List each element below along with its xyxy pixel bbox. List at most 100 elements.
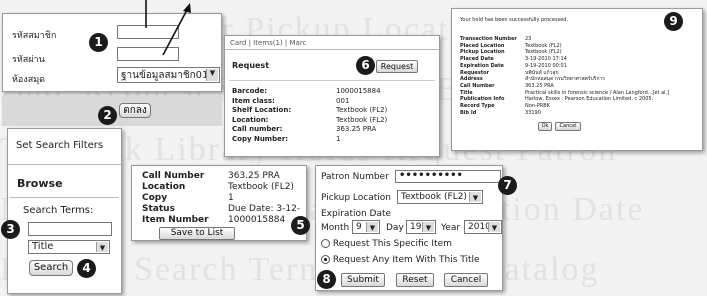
item-row-value: 1000015884 [228,215,286,225]
radio-specific-item[interactable] [321,239,330,248]
pickup-location-select[interactable]: Textbook (FL2) ▼ [397,190,483,204]
cancel-button[interactable]: Cancel [444,273,488,287]
step-6-badge: 6 [356,56,375,75]
step-7-badge: 7 [498,176,517,195]
card-row-label: Barcode: [232,87,268,95]
item-detail-panel: Call Number Location Copy Status Item Nu… [131,165,307,241]
card-row-value: 001 [336,96,350,105]
year-select[interactable]: 2010 ▼ [464,220,502,234]
search-button[interactable]: Search [29,260,73,276]
browse-divider [10,197,119,198]
chevron-down-icon: ▼ [366,222,378,232]
card-row-label: Call number: [232,125,283,133]
annotation-arrows [145,0,191,56]
month-value: 9 [356,222,362,232]
confirm-row-label: Requestor [460,69,490,76]
password-label: รหัสผ่าน [12,55,45,65]
card-panel: Card | Items(1) | Marc Request Request B… [224,35,440,157]
search-type-select[interactable]: Title ▼ [28,240,110,254]
confirmation-labels: Transaction Number Placed Location Picku… [460,36,517,116]
confirm-row-value: Textbook (FL2) [525,42,562,49]
step-3-badge: 3 [1,220,20,239]
confirm-row-value: 23 [525,36,532,42]
pickup-location-value: Textbook (FL2) [401,192,467,202]
library-select[interactable]: ฐานข้อมูลสมาชิก01 ▼ [117,67,220,83]
confirm-row-value: 9-19-2010 00:01 [525,62,567,69]
confirm-cancel-button[interactable]: Cancel [555,122,581,131]
hold-request-panel: Patron Number •••••••••• Pickup Location… [315,165,503,291]
item-row-value: Textbook (FL2) [228,182,294,192]
hold-confirmation-panel: Your hold has been successfully processe… [451,8,703,151]
expiration-date-label: Expiration Date [321,209,392,219]
browse-heading: Browse [17,177,63,190]
patron-number-input[interactable]: •••••••••• [395,170,501,183]
card-row-value: 1 [336,134,341,143]
confirm-row-label: Placed Date [460,56,494,63]
chevron-down-icon: ▼ [96,242,108,252]
card-row-label: Shelf Location: [232,106,292,114]
request-label: Request [232,61,270,70]
confirm-row-value: Harlow, Essex : Pearson Education Limite… [525,96,654,103]
card-row-label: Copy Number: [232,134,289,143]
month-select[interactable]: 9 ▼ [352,220,380,234]
option-any-label: Request Any Item With This Title [332,255,480,265]
item-detail-values: 363.25 PRA Textbook (FL2) 1 Due Date: 3-… [228,171,300,226]
option-specific-label: Request This Specific Item [332,239,452,249]
day-label: Day [386,223,404,233]
chevron-down-icon: ▼ [488,222,500,232]
confirm-row-label: Title [460,89,473,96]
card-tabs[interactable]: Card | Items(1) | Marc [230,39,306,47]
login-submit-button[interactable]: ตกลง [119,103,151,118]
search-filters-panel: Set Search Filters Browse Search Terms: … [7,128,122,294]
day-select[interactable]: 19 ▼ [406,220,436,234]
search-terms-label: Search Terms: [23,205,94,216]
option-any-item[interactable]: Request Any Item With This Title [321,255,480,265]
confirm-row-label: Expiration Date [460,62,504,69]
submit-button[interactable]: Submit [341,273,385,287]
confirm-row-value: 33190 [525,109,541,116]
confirmation-message: Your hold has been successfully processe… [460,17,569,23]
step-9-badge: 9 [664,12,683,31]
step-5-badge: 5 [291,216,310,235]
search-type-value: Title [32,241,54,252]
confirm-row-label: Placed Location [460,42,505,49]
item-row-label: Item Number [142,215,209,225]
search-terms-input[interactable] [28,222,112,236]
card-row-label: Item class: [232,96,275,105]
chevron-down-icon: ▼ [206,69,218,81]
reset-button[interactable]: Reset [396,273,434,287]
confirm-row-value: 363.25 PRA [525,82,554,89]
confirm-row-label: Record Type [460,103,495,110]
option-specific-item[interactable]: Request This Specific Item [321,239,452,249]
step-4-badge: 4 [77,259,96,278]
radio-any-item[interactable] [321,255,330,264]
patron-number-label: Patron Number [321,172,389,182]
confirm-row-value: Textbook (FL2) [525,49,562,56]
step-2-badge: 2 [98,106,117,125]
card-row-value: Textbook (FL2) [336,115,388,124]
chevron-down-icon: ▼ [469,192,481,202]
set-search-filters-row[interactable]: Set Search Filters [8,129,121,165]
confirm-row-value: Practical skills in forensic science / A… [525,89,670,96]
pickup-location-label: Pickup Location [321,193,391,203]
confirm-row-value: 3-19-2010 17:14 [525,56,567,63]
confirm-row-label: Call Number [460,82,495,89]
confirmation-values: 23 Textbook (FL2) Textbook (FL2) 3-19-20… [525,36,669,116]
confirm-row-label: Transaction Number [460,36,517,42]
confirm-row-label: Address [460,76,483,83]
confirm-row-label: Pickup Location [460,49,505,56]
card-row-value: Textbook (FL2) [336,106,388,114]
save-to-list-button[interactable]: Save to List [159,227,235,240]
confirm-row-value: สำนักหอสมุด กรมวิทยาศาสตร์บริการ [525,76,605,83]
request-button[interactable]: Request [376,60,418,73]
card-tabs-bar: Card | Items(1) | Marc [225,36,439,50]
member-id-label: รหัสสมาชิก [12,31,57,41]
set-search-filters-link[interactable]: Set Search Filters [16,140,103,151]
card-row-value: 363.25 PRA [336,125,377,133]
card-detail-values: 1000015884 001 Textbook (FL2) Textbook (… [336,87,387,144]
step-1-badge: 1 [89,33,108,52]
item-row-label: Status [142,204,175,214]
confirm-ok-button[interactable]: Ok [538,122,552,131]
confirm-row-value: Non-PRBK [525,103,550,110]
item-row-label: Location [142,182,186,192]
